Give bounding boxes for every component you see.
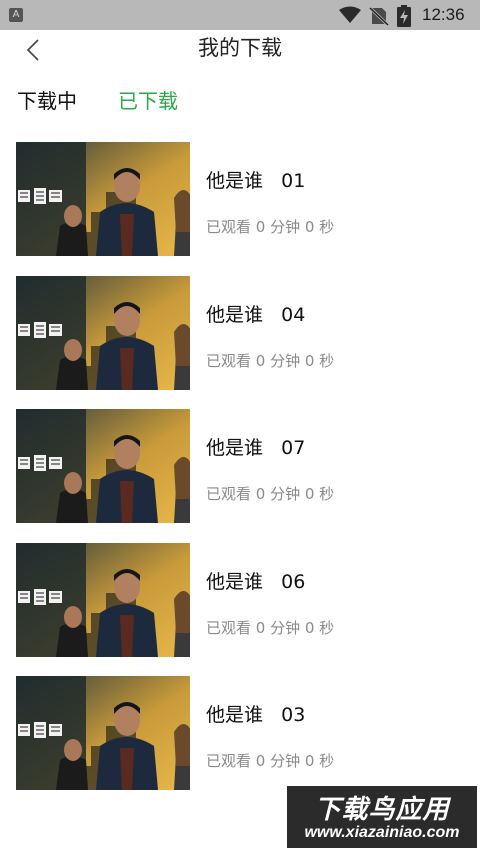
tab-downloaded[interactable]: 已下载 bbox=[118, 85, 178, 117]
watermark-logo: 下载鸟应用 www.xiazainiao.com bbox=[287, 786, 477, 848]
watch-progress: 已观看 0 分钟 0 秒 bbox=[206, 752, 335, 770]
list-item[interactable]: 他是谁 06 已观看 0 分钟 0 秒 bbox=[0, 542, 480, 657]
video-thumbnail[interactable] bbox=[16, 142, 190, 256]
app-notification-icon: A bbox=[9, 8, 23, 22]
watch-progress: 已观看 0 分钟 0 秒 bbox=[206, 218, 335, 236]
video-thumbnail[interactable] bbox=[16, 409, 190, 523]
video-title: 他是谁 07 bbox=[206, 437, 306, 459]
watch-progress: 已观看 0 分钟 0 秒 bbox=[206, 618, 335, 637]
watermark-title: 下载鸟应用 bbox=[314, 795, 450, 825]
list-item[interactable]: 他是谁 03 已观看 0 分钟 0 秒 bbox=[0, 676, 480, 790]
no-sim-icon bbox=[369, 6, 389, 26]
watch-progress: 已观看 0 分钟 0 秒 bbox=[206, 351, 335, 370]
back-button[interactable] bbox=[18, 30, 48, 70]
video-title: 他是谁 06 bbox=[206, 570, 306, 593]
watermark-url: www.xiazainiao.com bbox=[304, 824, 460, 841]
battery-charging-icon bbox=[397, 5, 411, 27]
watch-progress: 已观看 0 分钟 0 秒 bbox=[206, 485, 335, 503]
video-title: 他是谁 04 bbox=[206, 303, 306, 326]
app-header: 我的下载 bbox=[0, 30, 480, 78]
video-thumbnail[interactable] bbox=[16, 275, 190, 390]
tab-downloading[interactable]: 下载中 bbox=[17, 85, 77, 117]
video-thumbnail[interactable] bbox=[16, 542, 190, 657]
list-item[interactable]: 他是谁 04 已观看 0 分钟 0 秒 bbox=[0, 275, 480, 390]
wifi-icon bbox=[339, 6, 361, 23]
status-bar: A 12:36 bbox=[0, 0, 480, 30]
status-time: 12:36 bbox=[422, 5, 465, 24]
chevron-left-icon bbox=[26, 39, 39, 61]
page-title: 我的下载 bbox=[198, 36, 282, 60]
video-title: 他是谁 03 bbox=[206, 704, 306, 726]
video-title: 他是谁 01 bbox=[206, 170, 306, 192]
download-tabs: 下载中 已下载 bbox=[0, 85, 480, 119]
list-item[interactable]: 他是谁 01 已观看 0 分钟 0 秒 bbox=[0, 142, 480, 256]
list-item[interactable]: 他是谁 07 已观看 0 分钟 0 秒 bbox=[0, 409, 480, 523]
video-thumbnail[interactable] bbox=[16, 676, 190, 790]
